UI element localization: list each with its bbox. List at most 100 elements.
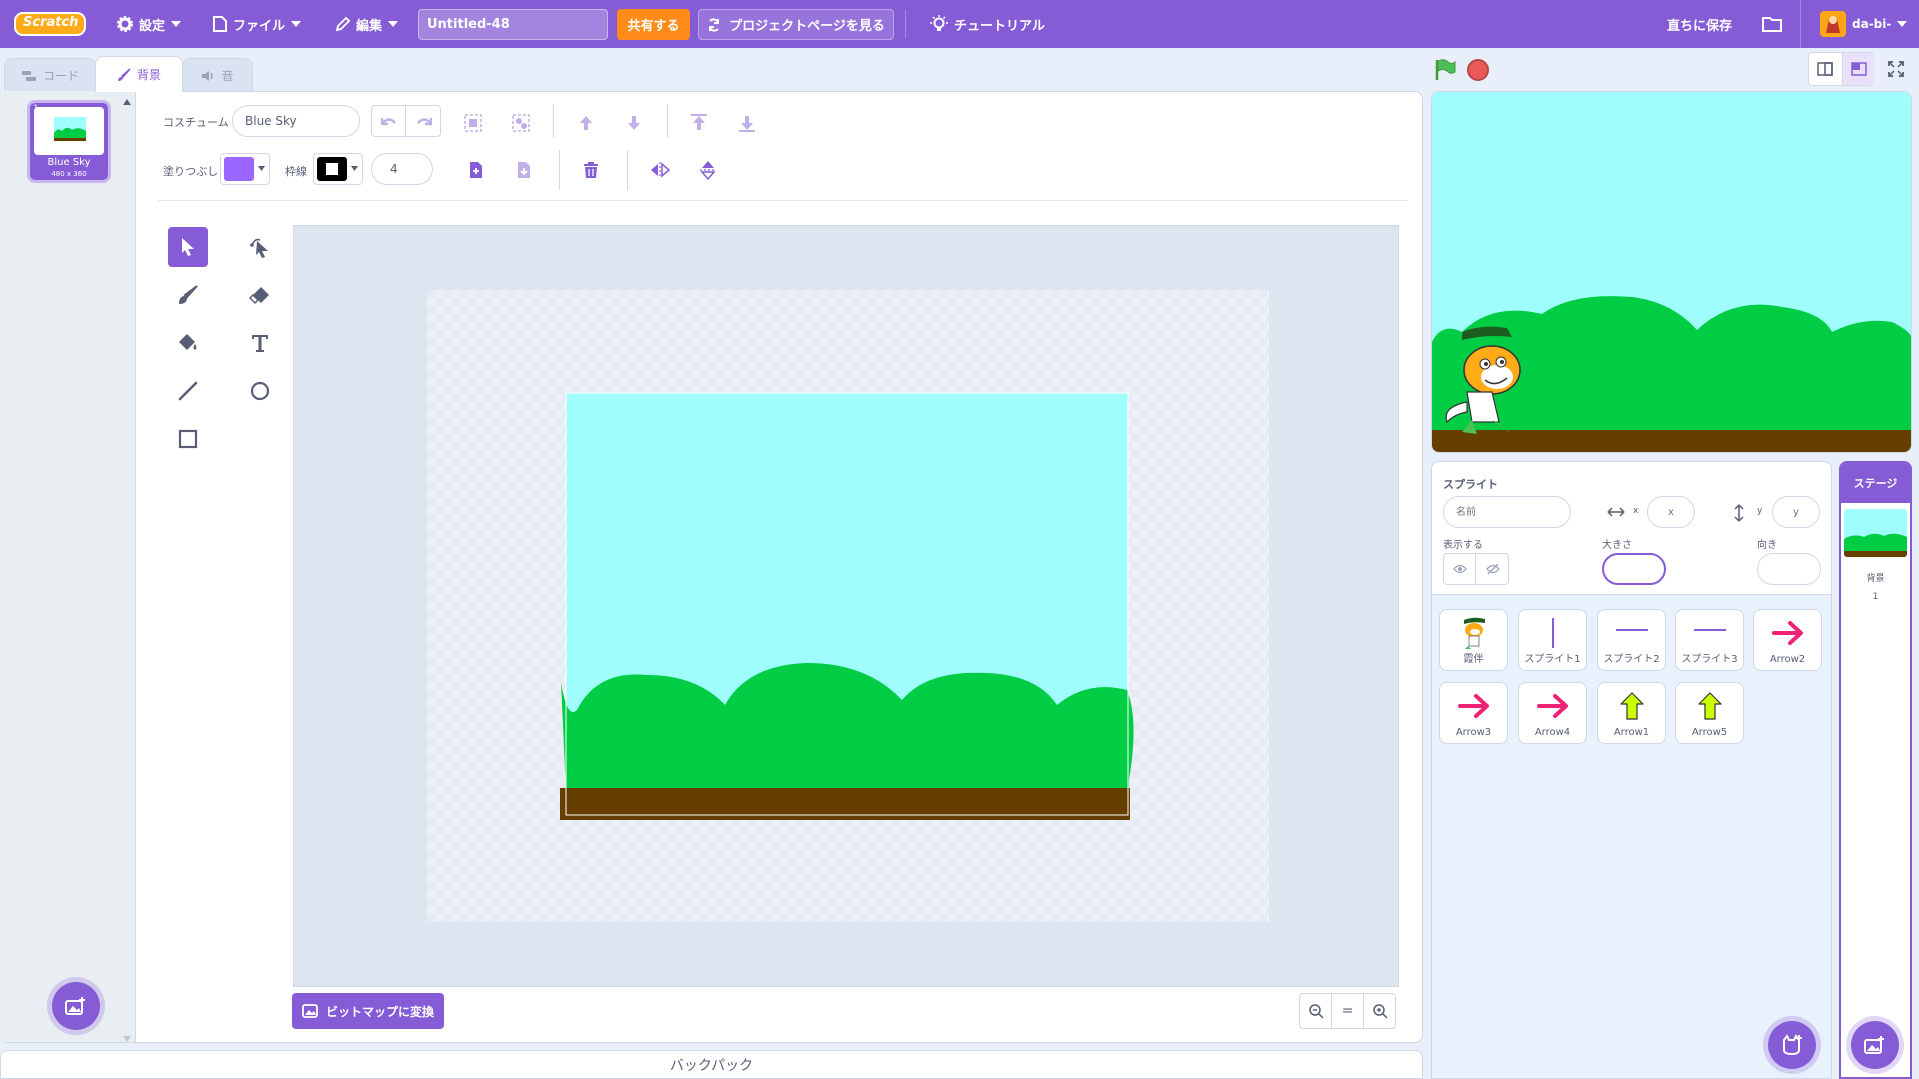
lightbulb-icon bbox=[930, 15, 948, 31]
costume-name-input[interactable] bbox=[232, 105, 360, 137]
choose-stage-backdrop-button[interactable] bbox=[1851, 1021, 1899, 1069]
sprite-tile[interactable]: Arrow2 bbox=[1753, 609, 1822, 671]
eraser-tool[interactable] bbox=[240, 275, 280, 315]
scroll-down-arrow[interactable] bbox=[123, 1036, 131, 1042]
group-button[interactable] bbox=[458, 108, 488, 138]
scroll-up-arrow[interactable] bbox=[123, 99, 131, 105]
show-button[interactable] bbox=[1444, 554, 1476, 584]
sprite-tile[interactable]: 霞伴 bbox=[1439, 609, 1508, 671]
edit-menu[interactable]: 編集 bbox=[335, 0, 399, 48]
y-input[interactable] bbox=[1772, 496, 1820, 528]
circle-tool[interactable] bbox=[240, 371, 280, 411]
large-stage-icon bbox=[1850, 62, 1867, 76]
sprite-tile[interactable]: Arrow1 bbox=[1597, 682, 1666, 744]
zoom-out-button[interactable] bbox=[1300, 994, 1332, 1028]
text-tool[interactable] bbox=[240, 323, 280, 363]
sprite-tile[interactable]: Arrow4 bbox=[1518, 682, 1587, 744]
eye-slash-icon bbox=[1486, 563, 1500, 575]
arrow-pointer-icon bbox=[182, 238, 194, 256]
size-input[interactable] bbox=[1602, 553, 1666, 585]
brush-tool[interactable] bbox=[168, 275, 208, 315]
see-project-page-button[interactable]: プロジェクトページを見る bbox=[698, 9, 894, 40]
backward-button[interactable] bbox=[619, 108, 649, 138]
stage-target-pane[interactable]: ステージ 背景 1 bbox=[1839, 461, 1912, 1079]
forward-button[interactable] bbox=[571, 108, 601, 138]
x-input[interactable] bbox=[1647, 496, 1695, 528]
sprite-tile[interactable]: Arrow3 bbox=[1439, 682, 1508, 744]
sprite-tile[interactable]: スプライト2 bbox=[1597, 609, 1666, 671]
redo-button[interactable] bbox=[407, 106, 441, 136]
tutorials-button[interactable]: チュートリアル bbox=[930, 0, 1045, 48]
line-tool[interactable] bbox=[168, 371, 208, 411]
backdrops-count: 1 bbox=[1872, 592, 1879, 602]
menu-divider bbox=[1800, 0, 1801, 48]
redo-icon bbox=[417, 118, 432, 126]
save-now-button[interactable]: 直ちに保存 bbox=[1667, 0, 1732, 48]
tab-code[interactable]: コード bbox=[4, 58, 96, 92]
small-stage-button[interactable] bbox=[1809, 53, 1841, 85]
my-stuff-button[interactable] bbox=[1762, 0, 1782, 48]
see-project-page-label: プロジェクトページを見る bbox=[729, 19, 885, 34]
backdrop-thumbnail bbox=[34, 107, 104, 155]
gear-icon bbox=[117, 16, 133, 32]
zoom-reset-button[interactable]: = bbox=[1332, 994, 1364, 1028]
account-menu[interactable]: da-bi- bbox=[1820, 0, 1908, 48]
stage-size-toggle bbox=[1808, 52, 1874, 86]
convert-to-bitmap-button[interactable]: ビットマップに変換 bbox=[292, 993, 444, 1029]
outline-label: 枠線 bbox=[285, 165, 307, 178]
undo-button[interactable] bbox=[372, 106, 406, 136]
choose-backdrop-button[interactable] bbox=[52, 982, 100, 1030]
show-label: 表示する bbox=[1443, 540, 1483, 551]
large-stage-button[interactable] bbox=[1842, 53, 1874, 85]
paste-button[interactable] bbox=[509, 155, 539, 185]
backpack[interactable]: バックパック bbox=[0, 1050, 1423, 1079]
settings-menu[interactable]: 設定 bbox=[117, 0, 182, 48]
chevron-down-icon bbox=[388, 21, 399, 27]
stop-button[interactable] bbox=[1467, 59, 1489, 81]
eraser-icon bbox=[249, 287, 269, 305]
brush-icon bbox=[179, 285, 198, 304]
fill-tool[interactable] bbox=[168, 323, 208, 363]
paste-icon bbox=[518, 162, 530, 178]
scratch-logo[interactable]: Scratch bbox=[14, 0, 86, 48]
tab-backdrops-label: 背景 bbox=[136, 68, 161, 82]
speaker-icon bbox=[202, 70, 214, 81]
backdrop-size: 480 x 360 bbox=[51, 170, 87, 178]
tab-backdrops[interactable]: 背景 bbox=[95, 56, 183, 92]
paint-canvas-area[interactable] bbox=[293, 225, 1399, 987]
flip-horizontal-button[interactable] bbox=[645, 155, 675, 185]
flip-vertical-button[interactable] bbox=[693, 155, 723, 185]
file-menu[interactable]: ファイル bbox=[213, 0, 302, 48]
sprite-tile[interactable]: スプライト3 bbox=[1675, 609, 1744, 671]
project-title-input[interactable] bbox=[418, 9, 608, 40]
hide-button[interactable] bbox=[1477, 554, 1509, 584]
paint-canvas[interactable] bbox=[427, 290, 1269, 922]
share-button[interactable]: 共有する bbox=[617, 9, 690, 40]
backdrop-item[interactable]: 1 Blue Sky 480 x 360 bbox=[27, 100, 111, 183]
sprite-tile[interactable]: スプライト1 bbox=[1518, 609, 1587, 671]
stage-header: ステージ bbox=[1841, 463, 1910, 503]
ungroup-button[interactable] bbox=[506, 108, 536, 138]
fullscreen-button[interactable] bbox=[1879, 52, 1913, 86]
outline-color-picker[interactable] bbox=[313, 153, 363, 185]
copy-button[interactable] bbox=[461, 155, 491, 185]
zoom-in-button[interactable] bbox=[1364, 994, 1396, 1028]
tab-sounds[interactable]: 音 bbox=[182, 58, 253, 92]
rectangle-tool[interactable] bbox=[168, 419, 208, 459]
undo-icon bbox=[380, 118, 396, 126]
sprite-name-input[interactable] bbox=[1443, 496, 1571, 528]
front-button[interactable] bbox=[684, 108, 714, 138]
choose-sprite-button[interactable] bbox=[1768, 1021, 1816, 1069]
stage[interactable] bbox=[1431, 91, 1912, 453]
toolbar-divider bbox=[559, 150, 560, 190]
fill-color-picker[interactable] bbox=[220, 153, 270, 185]
delete-button[interactable] bbox=[576, 155, 606, 185]
select-tool[interactable] bbox=[168, 227, 208, 267]
reshape-tool[interactable] bbox=[240, 227, 280, 267]
green-flag-button[interactable] bbox=[1434, 58, 1456, 82]
flip-vertical-icon bbox=[700, 161, 716, 181]
direction-input[interactable] bbox=[1757, 553, 1821, 585]
outline-width-input[interactable] bbox=[371, 153, 433, 185]
sprite-tile[interactable]: Arrow5 bbox=[1675, 682, 1744, 744]
back-button[interactable] bbox=[732, 108, 762, 138]
